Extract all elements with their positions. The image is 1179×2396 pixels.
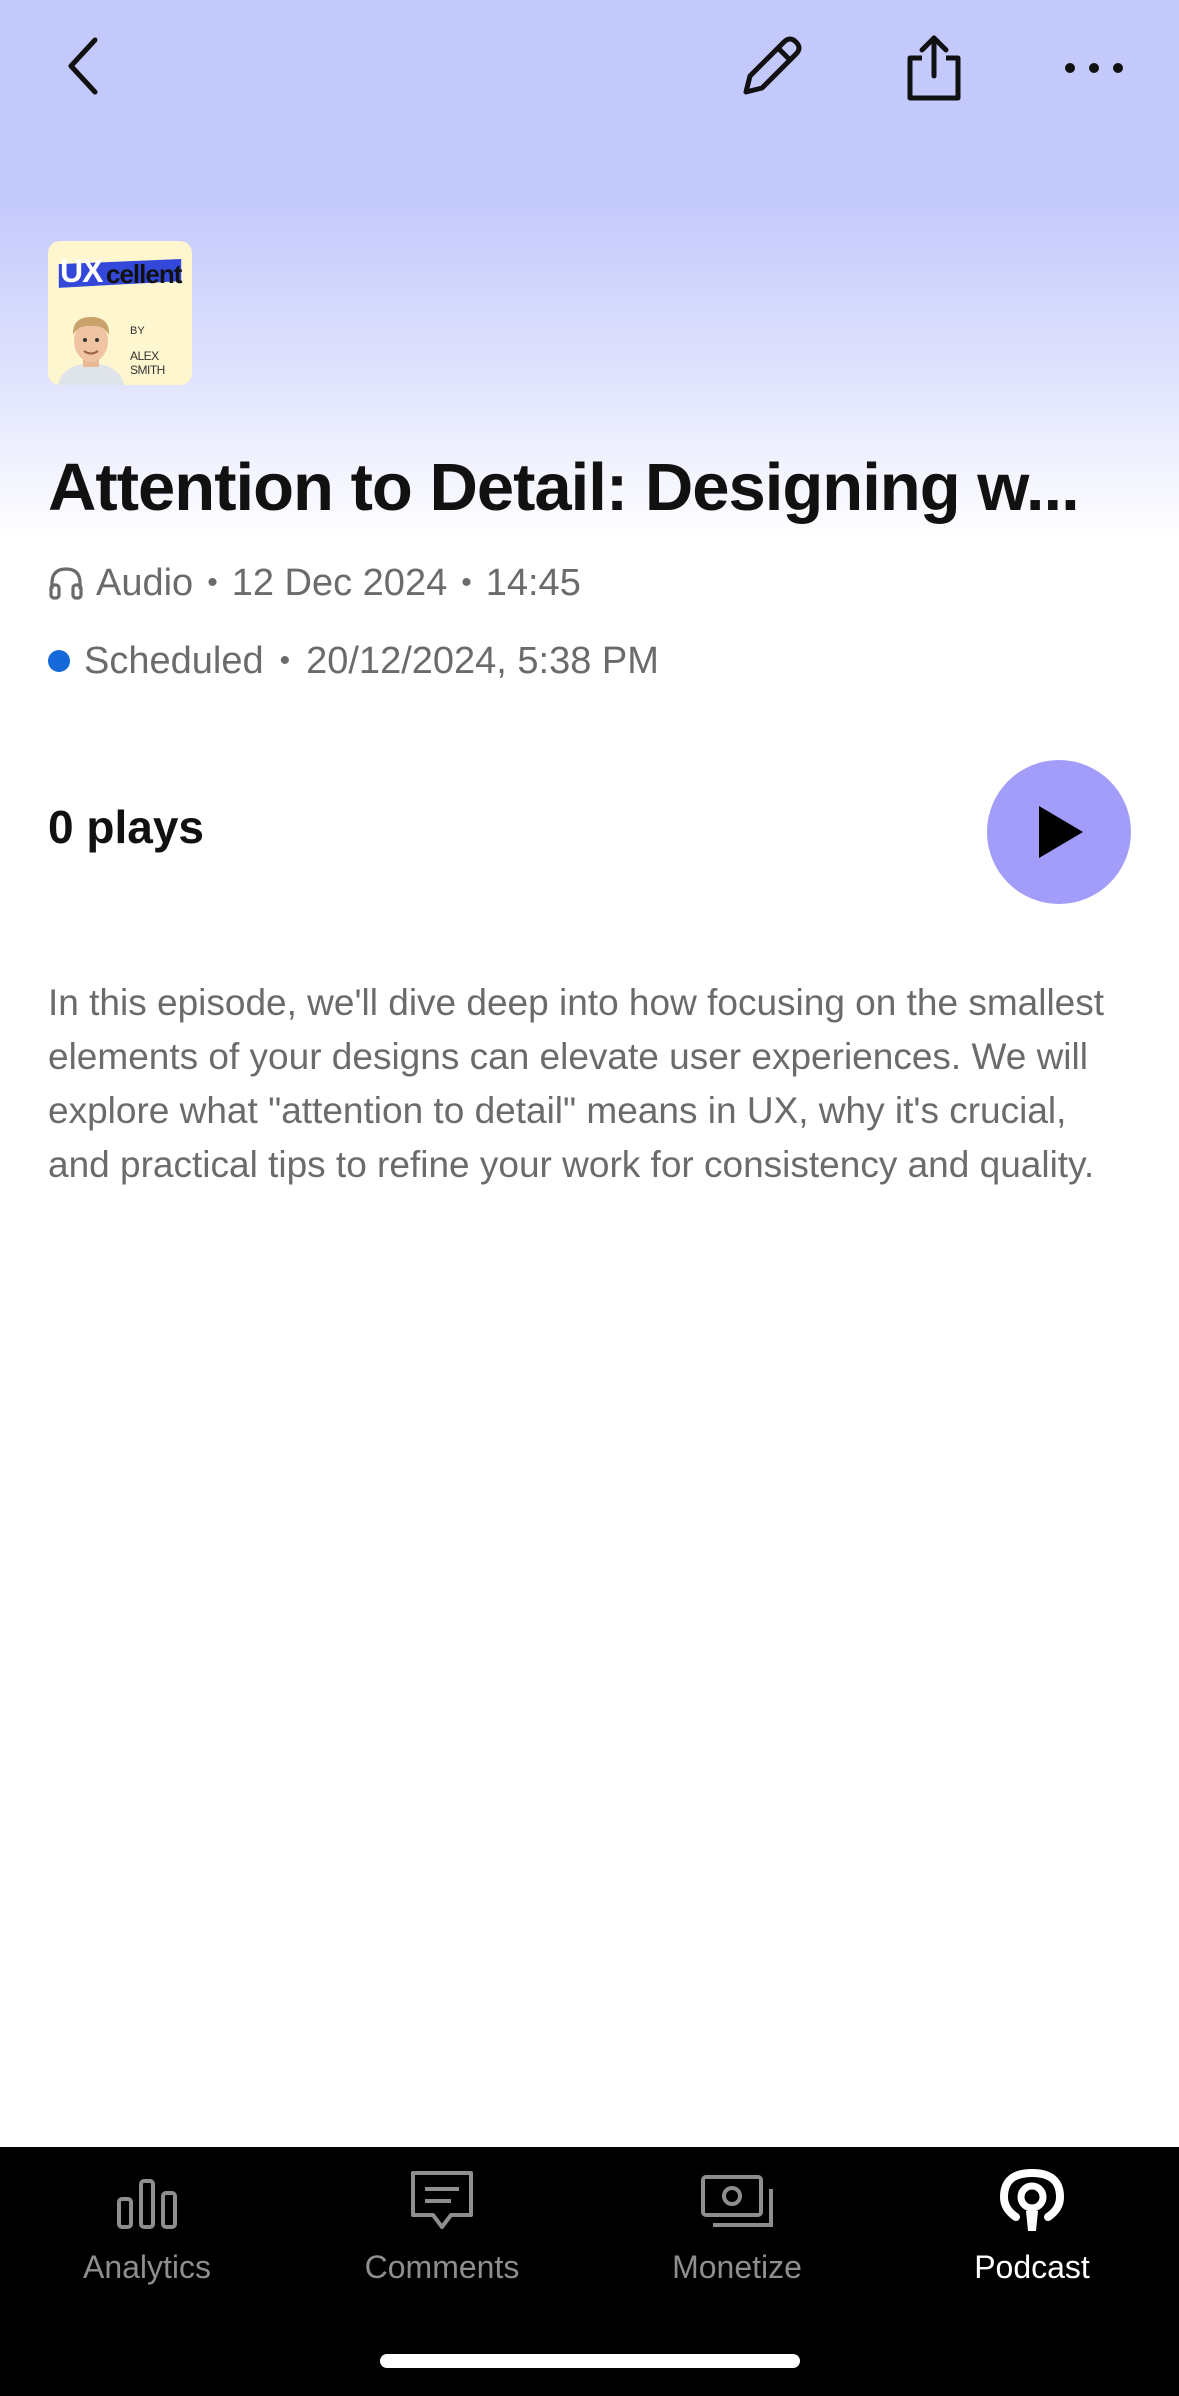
play-icon [1039, 806, 1083, 858]
tab-podcast[interactable]: Podcast [885, 2147, 1179, 2307]
episode-duration: 14:45 [485, 561, 581, 604]
tab-label: Podcast [974, 2249, 1090, 2285]
tab-label: Analytics [82, 2249, 212, 2285]
host-portrait [58, 317, 124, 385]
play-button[interactable] [987, 760, 1131, 904]
chevron-left-icon [68, 37, 98, 95]
meta-separator: • [461, 566, 472, 599]
tab-label: Comments [364, 2249, 520, 2285]
status-dot [48, 650, 70, 672]
money-icon [699, 2165, 775, 2237]
plays-count: 0 plays [48, 801, 204, 853]
share-button[interactable] [892, 26, 976, 110]
home-indicator[interactable] [380, 2354, 800, 2368]
bar-chart-icon [115, 2165, 179, 2237]
cover-by-text: BY [130, 325, 145, 337]
episode-status: Scheduled • 20/12/2024, 5:38 PM [48, 634, 659, 688]
cover-author-text: ALEX SMITH [130, 349, 165, 377]
tab-monetize[interactable]: Monetize [590, 2147, 884, 2307]
episode-title: Attention to Detail: Designing w... [48, 450, 1080, 525]
tab-analytics[interactable]: Analytics [0, 2147, 294, 2307]
podcast-icon [998, 2165, 1066, 2237]
more-horizontal-icon [1065, 63, 1123, 73]
status-separator: • [279, 644, 291, 677]
scheduled-datetime: 20/12/2024, 5:38 PM [306, 639, 659, 682]
meta-separator: • [207, 566, 218, 599]
share-icon [907, 35, 961, 101]
episode-meta: Audio • 12 Dec 2024 • 14:45 [48, 556, 581, 610]
episode-detail-screen: UX cellent BY ALEX SMITH Attention to De… [0, 0, 1179, 2396]
more-button[interactable] [1052, 26, 1136, 110]
podcast-cover-art: UX cellent BY ALEX SMITH [48, 241, 192, 385]
tab-comments[interactable]: Comments [295, 2147, 589, 2307]
edit-button[interactable] [728, 26, 812, 110]
back-button[interactable] [48, 26, 118, 106]
headphones-icon [48, 565, 84, 601]
pencil-icon [743, 36, 802, 95]
cover-ux-text: UX [60, 253, 103, 289]
tab-label: Monetize [672, 2249, 802, 2285]
cover-cellent-text: cellent [106, 259, 182, 289]
episode-description: In this episode, we'll dive deep into ho… [48, 982, 1105, 1185]
episode-date: 12 Dec 2024 [231, 561, 448, 604]
status-label: Scheduled [84, 639, 264, 682]
top-bar [0, 0, 1179, 140]
episode-type: Audio [96, 561, 194, 604]
comment-icon [409, 2165, 475, 2237]
